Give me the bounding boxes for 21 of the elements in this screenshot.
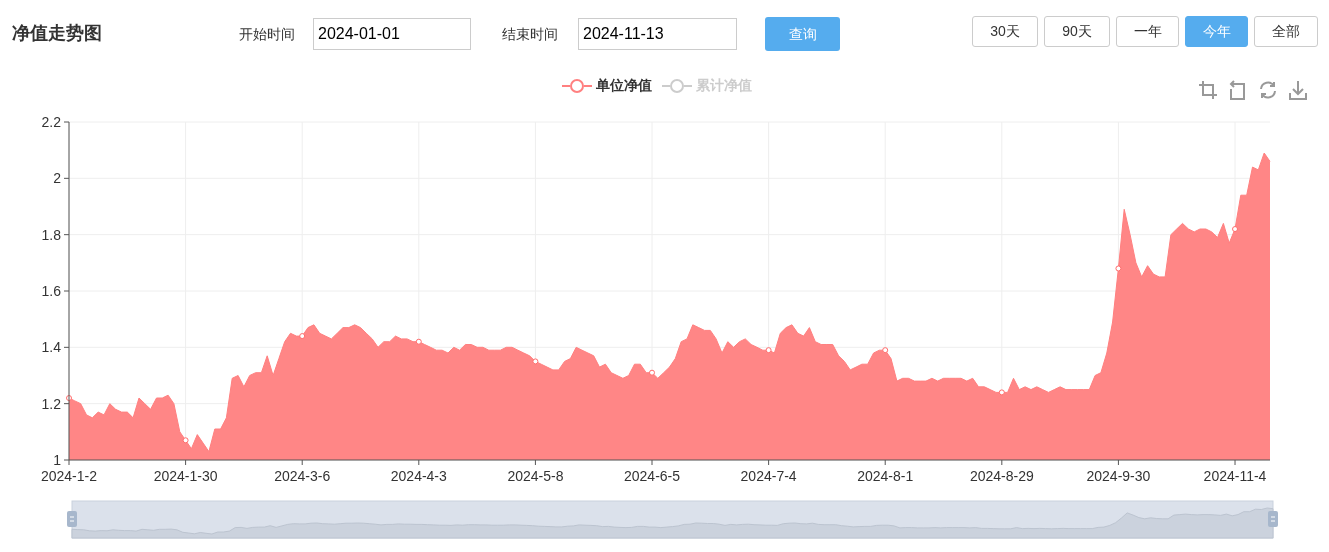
y-axis-label: 1.2 [41,395,61,412]
x-axis-label: 2024-1-30 [153,468,218,484]
x-axis-label: 2024-4-3 [390,468,447,484]
x-axis-label: 2024-6-5 [624,468,681,484]
start-time-label: 开始时间 [239,24,295,44]
x-axis-label: 2024-9-30 [1086,468,1151,484]
y-axis-label: 1.6 [41,283,61,299]
x-axis-label: 2024-1-2 [41,468,97,484]
x-axis-label: 2024-5-8 [507,468,564,484]
y-axis-label: 2.2 [41,114,61,130]
y-axis-label: 2 [53,170,61,187]
y-axis-label: 1.4 [41,339,61,356]
x-axis-label: 2024-8-29 [969,468,1034,484]
y-axis-label: 1.8 [41,226,61,243]
y-axis-label: 1 [53,452,61,468]
x-axis-label: 2024-7-4 [740,468,797,484]
page-title: 净值走势图 [12,22,103,45]
end-time-label: 结束时间 [502,24,558,44]
x-axis-label: 2024-3-6 [274,468,331,484]
x-axis-label: 2024-11-4 [1203,468,1267,484]
x-axis-label: 2024-8-1 [857,468,914,484]
